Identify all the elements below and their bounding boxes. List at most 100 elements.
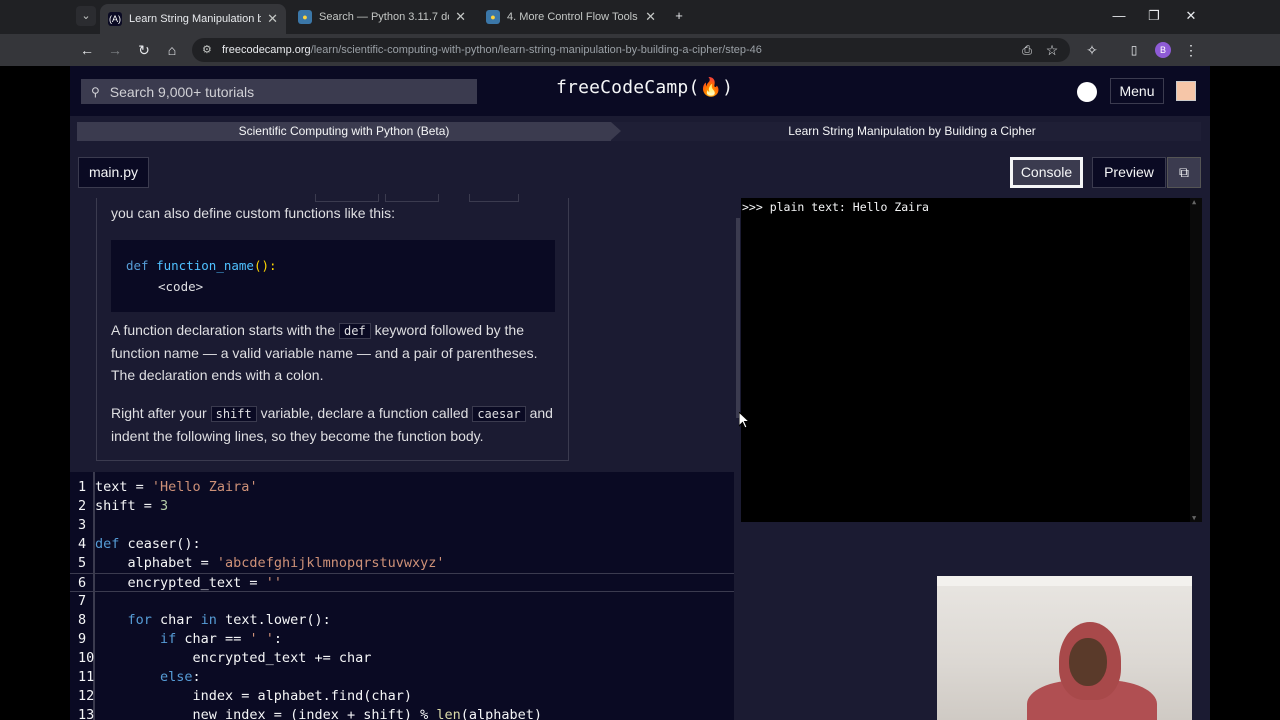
file-tab-main-py[interactable]: main.py [78,157,149,188]
line-number: 13 [78,707,95,720]
back-arrow-icon[interactable]: ← [76,39,98,61]
instructions-paragraph: A function declaration starts with the d… [111,319,561,386]
code-text: if char == ' ': [160,631,282,647]
browser-tab-python-search[interactable]: ● Search — Python 3.11.7 docum ✕ [290,4,474,30]
text: Right after your [111,405,207,421]
browser-tab-fcc[interactable]: (A) Learn String Manipulation by Bu ✕ [100,4,286,34]
browser-tab-python-control-flow[interactable]: ● 4. More Control Flow Tools — P ✕ [478,4,664,30]
code-text: shift = 3 [95,498,169,514]
line-number: 4 [78,536,87,552]
code-text: text = 'Hello Zaira' [95,479,258,495]
line-number: 2 [78,498,87,514]
url-field[interactable]: ⚙ freecodecamp.org/learn/scientific-comp… [192,38,1070,62]
profile-avatar[interactable]: B [1155,42,1171,58]
browser-menu-kebab-icon[interactable]: ⋮ [1180,39,1202,61]
text: A function declaration starts with the [111,322,336,338]
close-icon[interactable]: ✕ [455,9,466,25]
new-tab-plus-icon[interactable]: + [666,6,692,26]
code-line[interactable]: 8 for char in text.lower(): [70,611,737,630]
python-icon: ● [298,10,312,24]
console-line: >>> plain text: Hello Zaira [742,200,929,214]
line-number: 11 [78,669,95,685]
inline-code: def [339,323,371,339]
forward-arrow-icon[interactable]: → [104,39,126,61]
console-scrollbar[interactable] [1190,198,1202,522]
url-path: /learn/scientific-computing-with-python/… [310,44,762,56]
search-bar[interactable]: ⚲ [81,79,477,104]
window-close-icon[interactable]: ✕ [1178,6,1204,26]
popout-window-icon[interactable]: ⧉ [1167,157,1201,188]
webcam-background [937,576,1192,586]
code-line[interactable]: 12 index = alphabet.find(char) [70,687,737,706]
line-number: 8 [78,612,87,628]
code-placeholder: <code> [158,279,204,294]
text: variable, declare a function called [260,405,469,421]
tab-search-chevron-icon[interactable]: ⌄ [76,6,96,26]
extensions-puzzle-icon[interactable]: ✧ [1081,39,1103,61]
line-number: 6 [78,575,87,591]
line-number: 1 [78,479,87,495]
code-line[interactable]: 13 new_index = (index + shift) % len(alp… [70,706,737,720]
breadcrumb-block[interactable]: Learn String Manipulation by Building a … [611,122,1201,141]
code-function-name: function_name [156,258,254,273]
code-text: new_index = (index + shift) % len(alphab… [95,707,543,720]
fcc-navbar: ⚲ freeCodeCamp(🔥) Menu [70,66,1210,116]
search-icon: ⚲ [91,84,100,99]
install-app-icon[interactable]: ⎙ [1016,39,1038,61]
scrollbar-thumb[interactable] [736,218,740,418]
code-text: index = alphabet.find(char) [95,688,412,704]
code-line[interactable]: 1 text = 'Hello Zaira' [70,478,737,497]
code-line[interactable]: 3 [70,516,737,535]
webcam-person-face [1069,638,1107,686]
console-toggle-button[interactable]: Console [1010,157,1083,188]
code-line[interactable]: 11 else: [70,668,737,687]
code-keyword: def [126,258,149,273]
tab-title: Search — Python 3.11.7 docum [319,11,449,23]
bookmark-star-icon[interactable]: ☆ [1041,39,1063,61]
instructions-panel: you can also define custom functions lik… [96,194,569,461]
restore-icon[interactable]: ❐ [1141,6,1167,26]
browser-tab-bar: ⌄ (A) Learn String Manipulation by Bu ✕ … [0,0,1280,34]
code-line[interactable]: 2 shift = 3 [70,497,737,516]
site-info-icon[interactable]: ⚙ [202,38,212,62]
webcam-overlay [937,576,1192,720]
code-punct: (): [253,258,277,273]
instructions-paragraph: you can also define custom functions lik… [111,205,396,221]
tab-title: Learn String Manipulation by Bu [129,13,262,25]
menu-button[interactable]: Menu [1110,78,1164,104]
code-text: encrypted_text = '' [95,575,282,591]
fcc-logo[interactable]: freeCodeCamp(🔥) [556,77,733,98]
url-host: freecodecamp.org [222,44,311,56]
side-panel-icon[interactable]: ▯ [1123,39,1145,61]
close-icon[interactable]: ✕ [267,11,278,27]
line-number: 5 [78,555,87,571]
code-text: else: [160,669,201,685]
code-line[interactable]: 4 def ceaser(): [70,535,737,554]
code-line[interactable]: 10 encrypted_text += char [70,649,737,668]
code-line[interactable]: 9 if char == ' ': [70,630,737,649]
reload-icon[interactable]: ↻ [133,39,155,61]
user-avatar[interactable] [1176,81,1196,101]
close-icon[interactable]: ✕ [645,9,656,25]
code-line[interactable]: 5 alphabet = 'abcdefghijklmnopqrstuvwxyz… [70,554,737,573]
line-number: 10 [78,650,95,666]
code-line[interactable]: 6 encrypted_text = '' [70,573,737,592]
inline-code: caesar [472,406,526,422]
search-input[interactable] [109,83,450,100]
preview-toggle-button[interactable]: Preview [1092,157,1166,188]
code-text: for char in text.lower(): [127,612,331,628]
theme-toggle-icon[interactable] [1077,82,1097,102]
code-text: encrypted_text += char [95,650,372,666]
line-number: 9 [78,631,87,647]
breadcrumb-superblock[interactable]: Scientific Computing with Python (Beta) [77,122,621,141]
browser-address-bar: ← → ↻ ⌂ ⚙ freecodecamp.org/learn/scienti… [0,34,1280,66]
code-text: alphabet = 'abcdefghijklmnopqrstuvwxyz' [95,555,445,571]
code-text: def ceaser(): [95,536,201,552]
home-icon[interactable]: ⌂ [161,39,183,61]
fcc-icon: (A) [108,12,122,26]
inline-code: shift [210,406,257,422]
python-icon: ● [486,10,500,24]
minimize-icon[interactable]: — [1106,6,1132,26]
code-editor[interactable]: 1 text = 'Hello Zaira' 2 shift = 3 3 4 def cea… [70,472,737,720]
code-line[interactable]: 7 [70,592,737,611]
